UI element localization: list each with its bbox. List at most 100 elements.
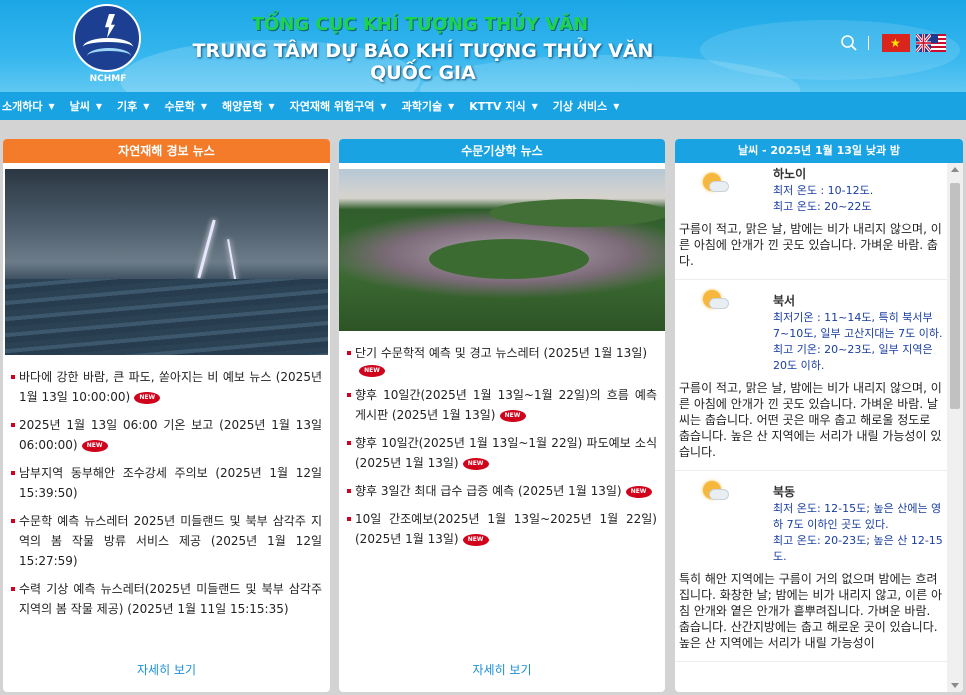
cloud-shape bbox=[709, 489, 729, 500]
nav-item[interactable]: 기후 ▼ bbox=[117, 98, 149, 114]
chevron-down-icon: ▼ bbox=[613, 101, 620, 111]
news-item-text[interactable]: 수문학 예측 뉴스레터 2025년 미들랜드 및 북부 삼각주 지역의 봄 작물… bbox=[19, 514, 322, 568]
news-item[interactable]: 바다에 강한 바람, 큰 파도, 쏟아지는 비 예보 뉴스 (2025년 1월 … bbox=[11, 367, 322, 407]
partly-cloudy-icon bbox=[701, 479, 731, 503]
news-item-text[interactable]: 향후 10일간(2025년 1월 13일~1월 22일) 파도예보 소식 (20… bbox=[355, 436, 657, 470]
nav-item-label: 수문학 bbox=[164, 100, 195, 113]
storm-image[interactable] bbox=[5, 169, 328, 355]
news-item-text[interactable]: 바다에 강한 바람, 큰 파도, 쏟아지는 비 예보 뉴스 (2025년 1월 … bbox=[19, 370, 322, 404]
weather-description: 특히 해안 지역에는 구름이 거의 없으며 밤에는 흐려집니다. 화창한 날; … bbox=[679, 572, 942, 650]
nav-item[interactable]: 소개하다 ▼ bbox=[2, 98, 55, 114]
chevron-down-icon: ▼ bbox=[268, 101, 275, 111]
river-image[interactable] bbox=[339, 169, 665, 331]
weather-city-name: 북서 bbox=[773, 294, 796, 308]
weather-title: 날씨 - 2025년 1월 13일 낮과 밤 bbox=[675, 139, 963, 163]
logo-bolt-icon bbox=[105, 14, 115, 38]
weather-list[interactable]: 하노이최저 온도 : 10-12도. 최고 온도: 20~22도구름이 적고, 맑… bbox=[675, 163, 947, 692]
nav-item-label: 기상 서비스 bbox=[552, 100, 608, 113]
flag-star-icon: ★ bbox=[890, 36, 901, 50]
weather-city: 북서최저기온 : 11~14도, 특히 북서부 7~10도, 일부 고산지대는 … bbox=[675, 280, 947, 471]
news-item[interactable]: 향후 10일간(2025년 1월 13일~1월 22일)의 흐름 예측 게시판 … bbox=[347, 385, 657, 425]
news-item-text[interactable]: 2025년 1월 13일 06:00 기온 보고 (2025년 1월 13일 0… bbox=[19, 418, 322, 452]
chevron-down-icon: ▼ bbox=[200, 101, 207, 111]
weather-temp-line: 최고 온도: 20-23도; 높은 산 12-15도. bbox=[773, 534, 943, 563]
news-item-text[interactable]: 남부지역 동부해안 조수강세 주의보 (2025년 1월 12일 15:39:5… bbox=[19, 466, 322, 500]
nav-item-label: KTTV 지식 bbox=[469, 100, 526, 113]
news-item[interactable]: 향후 10일간(2025년 1월 13일~1월 22일) 파도예보 소식 (20… bbox=[347, 433, 657, 473]
nav-item-label: 해양문학 bbox=[221, 100, 263, 113]
nav-menu: 소개하다 ▼ 날씨 ▼ 기후 ▼ 수문학 ▼ 해양문학 ▼ 자연재해 위험구역 ▼ 과학기술 ▼ KTTV … bbox=[0, 92, 966, 120]
weather-temp-line: 최고 온도: 20~22도 bbox=[773, 200, 872, 213]
nav-item[interactable]: 해양문학 ▼ bbox=[222, 98, 275, 114]
disaster-news-title: 자연재해 경보 뉴스 bbox=[3, 139, 330, 163]
weather-city-name: 하노이 bbox=[773, 167, 807, 181]
new-badge-icon: NEW bbox=[359, 365, 385, 377]
weather-temp-line: 최고 기온: 20~23도, 일부 지역은 20도 이하. bbox=[773, 343, 933, 372]
logo-wave-icon bbox=[87, 48, 131, 64]
chevron-down-icon: ▼ bbox=[48, 101, 55, 111]
partly-cloudy-icon bbox=[701, 288, 731, 312]
hydro-news-title: 수문기상학 뉴스 bbox=[339, 139, 665, 163]
chevron-down-icon: ▼ bbox=[448, 101, 455, 111]
news-item[interactable]: 수력 기상 예측 뉴스레터(2025년 미들랜드 및 북부 삼각주 지역의 봄 … bbox=[11, 579, 322, 619]
chevron-down-icon: ▼ bbox=[531, 101, 538, 111]
news-item[interactable]: 10일 간조예보(2025년 1월 13일~2025년 1월 22일) (202… bbox=[347, 509, 657, 549]
hydro-more-link[interactable]: 자세히 보기 bbox=[339, 661, 665, 678]
sea-waves bbox=[5, 279, 328, 355]
nav-item[interactable]: 과학기술 ▼ bbox=[402, 98, 455, 114]
nav-item-label: 소개하다 bbox=[2, 100, 43, 113]
nav-item[interactable]: KTTV 지식 ▼ bbox=[469, 98, 538, 114]
new-badge-icon: NEW bbox=[134, 391, 161, 404]
news-item-text[interactable]: 단기 수문학적 예측 및 경고 뉴스레터 (2025년 1월 13일) bbox=[355, 346, 647, 360]
new-badge-icon: NEW bbox=[81, 439, 108, 452]
new-badge-icon: NEW bbox=[625, 485, 652, 498]
scroll-down-icon[interactable] bbox=[951, 683, 959, 688]
logo-text: NCHMF bbox=[89, 74, 127, 84]
nav-item-label: 과학기술 bbox=[401, 100, 443, 113]
scroll-up-icon[interactable] bbox=[951, 167, 959, 172]
disaster-more-link[interactable]: 자세히 보기 bbox=[3, 661, 330, 678]
hydro-news-list: 단기 수문학적 예측 및 경고 뉴스레터 (2025년 1월 13일) NEW 향후… bbox=[339, 331, 665, 549]
vietnam-flag-icon[interactable]: ★ bbox=[882, 34, 910, 52]
nav-item-label: 기후 bbox=[117, 100, 138, 113]
agency-title: TỔNG CỤC KHÍ TƯỢNG THỦY VĂN bbox=[251, 14, 589, 35]
news-item[interactable]: 향후 3일간 최대 급수 급증 예측 (2025년 1월 13일) NEW bbox=[347, 481, 657, 501]
news-item-text[interactable]: 향후 3일간 최대 급수 급증 예측 (2025년 1월 13일) bbox=[355, 484, 622, 498]
news-item[interactable]: 수문학 예측 뉴스레터 2025년 미들랜드 및 북부 삼각주 지역의 봄 작물… bbox=[11, 511, 322, 571]
cloud-shape bbox=[709, 181, 729, 192]
nav-item[interactable]: 자연재해 위험구역 ▼ bbox=[290, 98, 387, 114]
nav-item-label: 날씨 bbox=[69, 100, 90, 113]
main-nav: 소개하다 ▼ 날씨 ▼ 기후 ▼ 수문학 ▼ 해양문학 ▼ 자연재해 위험구역 ▼ 과학기술 ▼ KTTV … bbox=[0, 92, 966, 120]
search-icon[interactable] bbox=[840, 34, 858, 52]
weather-temp-line: 최저 온도: 12-15도; 높은 산에는 영하 7도 이하인 곳도 있다. bbox=[773, 502, 942, 531]
nav-item[interactable]: 수문학 ▼ bbox=[164, 98, 207, 114]
nchmf-logo[interactable]: NCHMF bbox=[73, 4, 143, 88]
scroll-thumb[interactable] bbox=[950, 183, 960, 409]
news-item-text[interactable]: 수력 기상 예측 뉴스레터(2025년 미들랜드 및 북부 삼각주 지역의 봄 … bbox=[19, 582, 322, 616]
chevron-down-icon: ▼ bbox=[380, 101, 387, 111]
nav-item[interactable]: 기상 서비스 ▼ bbox=[553, 98, 620, 114]
logo-emblem bbox=[73, 4, 141, 72]
partly-cloudy-icon bbox=[701, 171, 731, 195]
lightning-bolt bbox=[197, 219, 216, 279]
weather-temp-line: 최저 온도 : 10-12도. bbox=[773, 184, 874, 197]
news-item[interactable]: 2025년 1월 13일 06:00 기온 보고 (2025년 1월 13일 0… bbox=[11, 415, 322, 455]
center-title: TRUNG TÂM DỰ BÁO KHÍ TƯỢNG THỦY VĂN QUỐC… bbox=[192, 40, 654, 84]
weather-description: 구름이 적고, 맑은 날, 밤에는 비가 내리지 않으며, 이른 아침에 안개가… bbox=[679, 222, 942, 268]
news-item[interactable]: 단기 수문학적 예측 및 경고 뉴스레터 (2025년 1월 13일) NEW bbox=[347, 343, 657, 377]
weather-scrollbar[interactable] bbox=[947, 163, 963, 692]
weather-city: 하노이최저 온도 : 10-12도. 최고 온도: 20~22도구름이 적고, 맑… bbox=[675, 163, 947, 280]
uk-us-flag-icon[interactable] bbox=[916, 34, 946, 52]
weather-city-name: 북동 bbox=[773, 485, 796, 499]
weather-temp-line: 최저기온 : 11~14도, 특히 북서부 7~10도, 일부 고산지대는 7도… bbox=[773, 311, 943, 340]
weather-panel: 날씨 - 2025년 1월 13일 낮과 밤 하노이최저 온도 : 10-12도… bbox=[675, 139, 963, 692]
nav-item-label: 자연재해 위험구역 bbox=[289, 100, 375, 113]
river-island bbox=[429, 239, 589, 279]
cloud-shape bbox=[709, 298, 729, 309]
new-badge-icon: NEW bbox=[462, 533, 489, 546]
news-item-text[interactable]: 10일 간조예보(2025년 1월 13일~2025년 1월 22일) (202… bbox=[355, 512, 657, 546]
nav-item[interactable]: 날씨 ▼ bbox=[70, 98, 102, 114]
hydro-news-panel: 수문기상학 뉴스 단기 수문학적 예측 및 경고 뉴스레터 (2025년 1월 … bbox=[339, 139, 665, 692]
news-item[interactable]: 남부지역 동부해안 조수강세 주의보 (2025년 1월 12일 15:39:5… bbox=[11, 463, 322, 503]
lightning-bolt bbox=[227, 239, 237, 284]
